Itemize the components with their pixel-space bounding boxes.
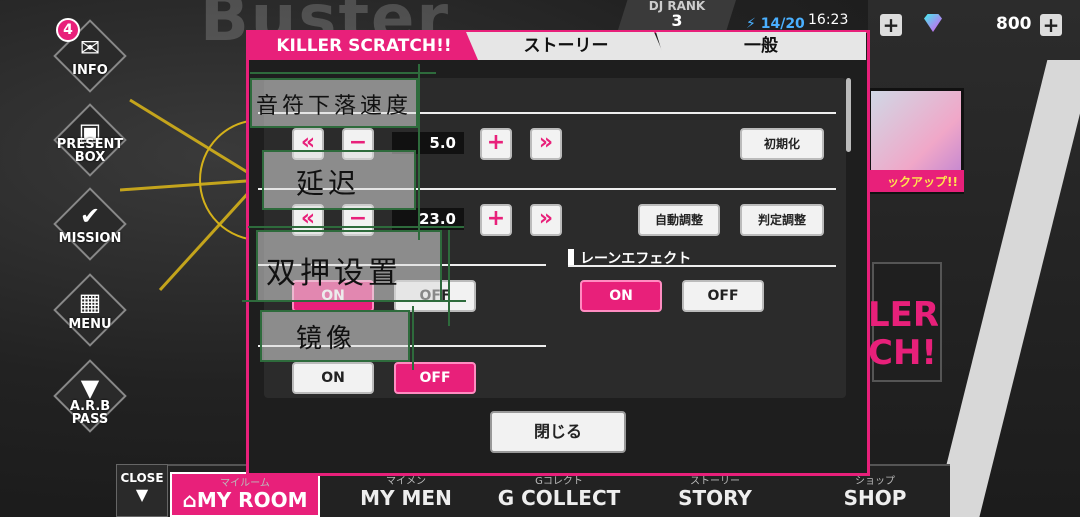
menu-label: MENU (68, 317, 112, 332)
double-annotation: 双押设置 (266, 256, 402, 291)
speed-increase-fast-button[interactable]: » (530, 128, 562, 160)
chevron-down-icon: ▼ (135, 485, 149, 504)
lane-effect-divider (568, 265, 836, 267)
arb-pass-button[interactable]: ▼ A.R.B PASS (53, 359, 127, 433)
delay-increase-button[interactable]: + (480, 204, 512, 236)
judge-adjust-button[interactable]: 判定調整 (740, 204, 824, 236)
tab-story[interactable]: ストーリー (466, 32, 666, 60)
check-icon: ✔ (79, 202, 101, 230)
nav-g-collect-label: G COLLECT (497, 486, 621, 510)
speed-reset-button[interactable]: 初期化 (740, 128, 824, 160)
add-gems-button[interactable]: + (1040, 14, 1062, 36)
dj-rank-value: 3 (671, 11, 683, 30)
delay-increase-fast-button[interactable]: » (530, 204, 562, 236)
add-stamina-button[interactable]: + (880, 14, 902, 36)
delay-annotation: 延迟 (296, 167, 361, 200)
mirror-off-toggle[interactable]: OFF (394, 362, 476, 394)
dj-rank: DJ RANK 3 (618, 0, 736, 30)
gacha-banner-label: ックアップ!! (868, 170, 964, 192)
annotation-guide-line (248, 226, 464, 228)
nav-story[interactable]: ストーリー STORY (640, 472, 790, 517)
home-icon: ⌂ (182, 488, 197, 512)
mission-label: MISSION (58, 231, 122, 246)
nav-my-room[interactable]: マイルーム ⌂MY ROOM (170, 472, 320, 517)
mission-button[interactable]: ✔ MISSION (53, 187, 127, 261)
killer-scratch-banner-text: LER CH!! (868, 296, 938, 372)
close-dialog-button[interactable]: 閉じる (490, 411, 626, 453)
present-box-button[interactable]: ▣ PRESENT BOX (53, 103, 127, 177)
nav-my-room-label: ⌂MY ROOM (182, 488, 308, 512)
pass-icon: ▼ (80, 374, 100, 402)
tab-general[interactable]: 一般 (656, 32, 866, 60)
annotation-guide-line (418, 64, 420, 240)
auto-adjust-button[interactable]: 自動調整 (638, 204, 720, 236)
mirror-annotation: 镜像 (296, 324, 357, 354)
annotation-guide-line (412, 306, 414, 370)
info-badge: 4 (56, 18, 80, 42)
annotation-guide-line (250, 72, 436, 74)
nav-my-men-label: MY MEN (360, 486, 452, 510)
arb-label: A.R.B PASS (69, 399, 111, 427)
game-screen: Buster ックアップ!! LER CH!! ✉ INFO 4 ▣ PRESE… (0, 0, 1080, 517)
close-nav-button[interactable]: CLOSE ▼ (116, 464, 168, 517)
annotation-guide-line (448, 230, 450, 326)
close-nav-label: CLOSE (120, 471, 164, 485)
nav-g-collect[interactable]: Gコレクト G COLLECT (484, 472, 634, 517)
speed-annotation: 音符下落速度 (256, 94, 413, 119)
speed-increase-button[interactable]: + (480, 128, 512, 160)
gem-count: 800 (996, 14, 1032, 34)
nav-shop[interactable]: ショップ SHOP (800, 472, 950, 517)
menu-button[interactable]: ▦ MENU (53, 273, 127, 347)
tab-killer-scratch[interactable]: KILLER SCRATCH!! (248, 32, 480, 60)
annotation-guide-line (242, 300, 466, 302)
settings-scrollbar[interactable] (846, 78, 851, 152)
present-label: PRESENT BOX (56, 137, 124, 165)
nav-my-men[interactable]: マイメン MY MEN (336, 472, 476, 517)
nav-story-label: STORY (678, 486, 752, 510)
grid-icon: ▦ (78, 288, 102, 316)
nav-my-room-sub: マイルーム (220, 478, 270, 489)
lane-effect-on-toggle[interactable]: ON (580, 280, 662, 312)
nav-shop-label: SHOP (843, 486, 907, 510)
stamina-timer: 16:23 (808, 12, 849, 28)
lane-effect-off-toggle[interactable]: OFF (682, 280, 764, 312)
mirror-on-toggle[interactable]: ON (292, 362, 374, 394)
info-label: INFO (72, 63, 108, 78)
